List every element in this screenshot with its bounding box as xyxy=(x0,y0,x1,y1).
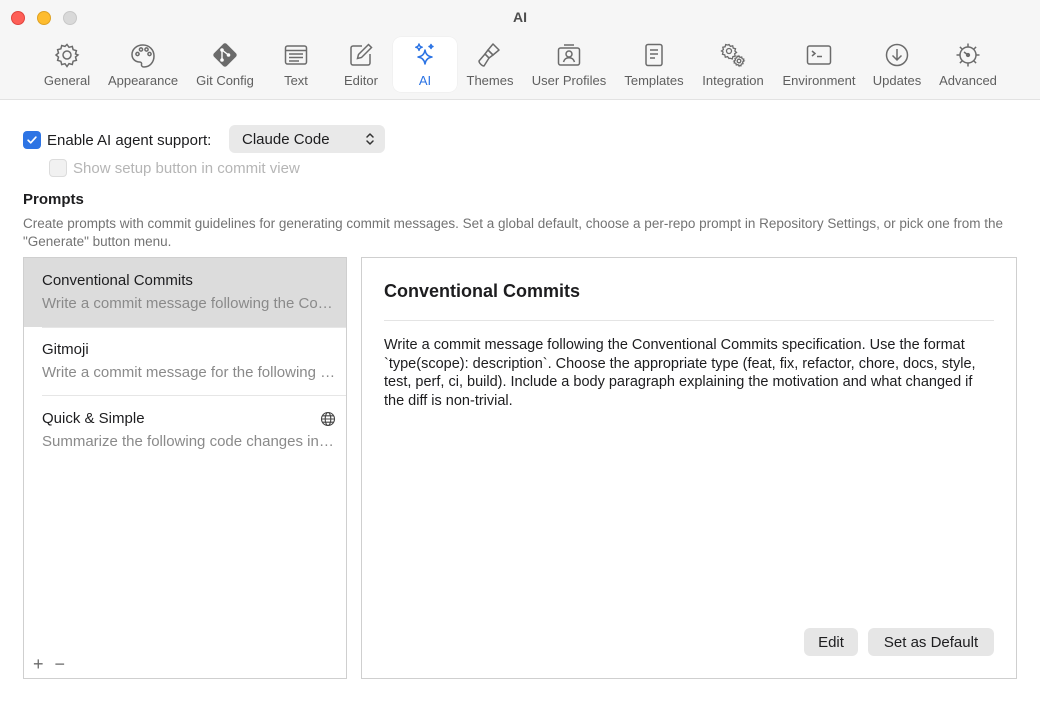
prompt-detail-title: Conventional Commits xyxy=(384,281,581,301)
enable-ai-label: Enable AI agent support: xyxy=(47,131,212,149)
paintbrush-icon xyxy=(475,40,505,70)
gear-icon xyxy=(52,40,82,70)
tab-label: AI xyxy=(418,73,432,88)
show-setup-checkbox[interactable] xyxy=(49,159,67,177)
document-icon xyxy=(639,40,669,70)
tab-git-config[interactable]: Git Config xyxy=(190,37,260,92)
download-circle-icon xyxy=(882,40,912,70)
tab-appearance[interactable]: Appearance xyxy=(104,37,182,92)
globe-icon xyxy=(320,411,336,427)
edit-button[interactable]: Edit xyxy=(804,628,858,656)
tab-ai[interactable]: AI xyxy=(393,37,457,92)
tab-label: Git Config xyxy=(196,73,254,88)
tab-label: Advanced xyxy=(939,73,997,88)
prompt-detail-panel: Conventional Commits Write a commit mess… xyxy=(361,257,1017,679)
edit-icon xyxy=(346,40,376,70)
chevron-up-down-icon xyxy=(366,133,374,145)
advanced-gear-icon xyxy=(953,40,983,70)
prompt-name: Gitmoji xyxy=(42,341,89,358)
tab-text[interactable]: Text xyxy=(271,37,321,92)
user-profile-icon xyxy=(554,40,584,70)
tab-user-profiles[interactable]: User Profiles xyxy=(526,37,612,92)
tab-templates[interactable]: Templates xyxy=(619,37,689,92)
tab-label: Editor xyxy=(344,73,378,88)
tab-general[interactable]: General xyxy=(40,37,94,92)
tab-advanced[interactable]: Advanced xyxy=(935,37,1001,92)
enable-ai-row: Enable AI agent support: xyxy=(23,126,211,154)
prompt-name: Conventional Commits xyxy=(42,272,193,289)
title-bar: AI General Appearance Git Config Text Ed… xyxy=(0,0,1040,100)
prompt-summary: Write a commit message for the following… xyxy=(42,364,336,381)
tab-label: Themes xyxy=(466,73,514,88)
gears-icon xyxy=(718,40,748,70)
tab-label: General xyxy=(43,73,91,88)
list-item[interactable]: Gitmoji Write a commit message for the f… xyxy=(24,327,346,396)
tab-label: Integration xyxy=(702,73,764,88)
text-window-icon xyxy=(281,40,311,70)
list-divider xyxy=(42,327,346,328)
prompt-summary: Write a commit message following the Con… xyxy=(42,295,336,312)
prompt-detail-body: Write a commit message following the Con… xyxy=(384,337,976,409)
remove-prompt-button[interactable]: − xyxy=(55,655,66,673)
git-icon xyxy=(210,40,240,70)
palette-icon xyxy=(128,40,158,70)
list-item[interactable]: Conventional Commits Write a commit mess… xyxy=(24,258,346,327)
agent-selected-value: Claude Code xyxy=(242,130,330,148)
tab-label: Text xyxy=(284,73,308,88)
tab-integration[interactable]: Integration xyxy=(695,37,771,92)
agent-popup-button[interactable]: Claude Code xyxy=(229,125,385,153)
tab-label: User Profiles xyxy=(531,73,607,88)
tab-updates[interactable]: Updates xyxy=(867,37,927,92)
checkmark-icon xyxy=(27,136,37,144)
prompt-summary: Summarize the following code changes in … xyxy=(42,433,336,450)
enable-ai-checkbox[interactable] xyxy=(23,131,41,149)
tab-themes[interactable]: Themes xyxy=(462,37,518,92)
set-default-button[interactable]: Set as Default xyxy=(868,628,994,656)
tab-label: Updates xyxy=(872,73,922,88)
add-prompt-button[interactable]: + xyxy=(33,655,44,673)
prompt-name: Quick & Simple xyxy=(42,410,145,427)
tab-editor[interactable]: Editor xyxy=(335,37,387,92)
window-title: AI xyxy=(513,9,527,25)
prompts-description: Create prompts with commit guidelines fo… xyxy=(23,216,1003,249)
tab-label: Appearance xyxy=(107,73,179,88)
tab-label: Environment xyxy=(782,73,856,88)
tab-label: Templates xyxy=(624,73,684,88)
tab-environment[interactable]: Environment xyxy=(777,37,861,92)
list-item[interactable]: Quick & Simple Summarize the following c… xyxy=(24,396,346,465)
setup-button-row: Show setup button in commit view xyxy=(49,157,300,179)
detail-divider xyxy=(384,320,994,321)
settings-window: AI General Appearance Git Config Text Ed… xyxy=(0,0,1040,702)
terminal-icon xyxy=(804,40,834,70)
prompts-list: Conventional Commits Write a commit mess… xyxy=(23,257,347,679)
prompts-heading: Prompts xyxy=(23,191,84,208)
sparkles-icon xyxy=(410,40,440,70)
list-footer: + − xyxy=(33,655,65,673)
show-setup-label: Show setup button in commit view xyxy=(73,159,300,177)
